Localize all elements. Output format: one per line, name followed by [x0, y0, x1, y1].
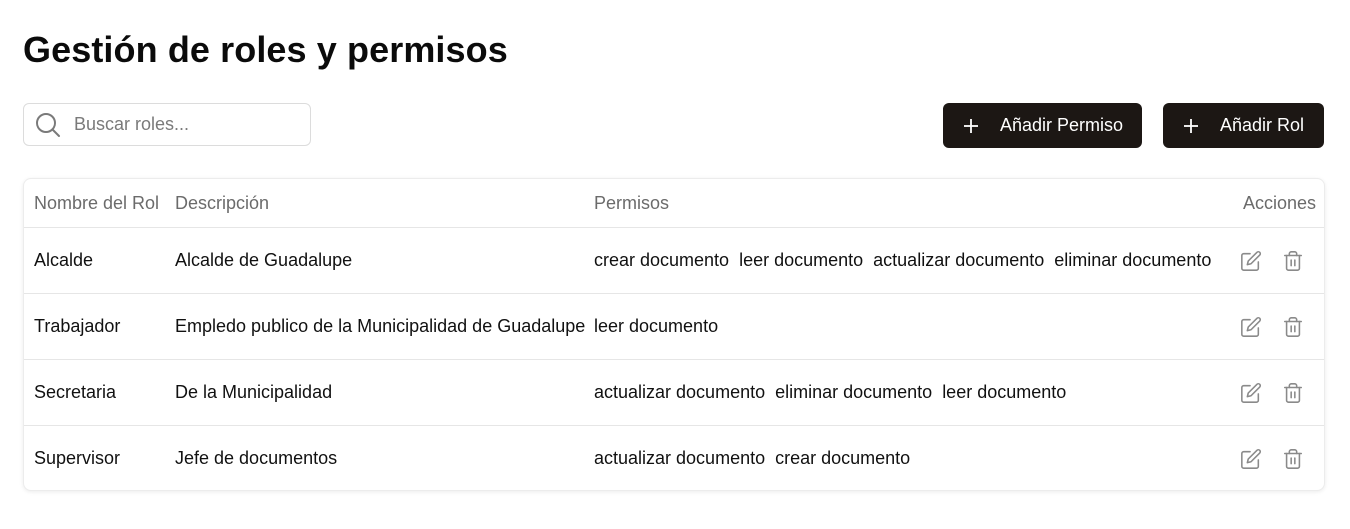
trash-icon[interactable] [1282, 448, 1304, 470]
role-permissions-cell: actualizar documento crear documento [584, 426, 1196, 491]
role-name-cell: Supervisor [34, 448, 121, 468]
role-description-cell: Alcalde de Guadalupe [165, 227, 584, 294]
add-permission-button[interactable]: Añadir Permiso [943, 103, 1142, 148]
table-row: Supervisor Jefe de documentos actualizar… [24, 426, 1324, 491]
table-row: Trabajador Empledo publico de la Municip… [24, 293, 1324, 360]
permission-tag: leer documento [594, 316, 719, 336]
row-actions [1196, 359, 1324, 426]
trash-icon[interactable] [1282, 316, 1304, 338]
permission-tag: crear documento [594, 250, 730, 270]
header-role-name: Nombre del Rol [24, 179, 165, 228]
page-title: Gestión de roles y permisos [23, 29, 508, 70]
role-name-cell: Alcalde [24, 227, 165, 294]
role-name-cell: Trabajador [24, 293, 165, 360]
trash-icon[interactable] [1282, 382, 1304, 404]
role-permissions-cell: crear documento leer documento actualizar … [584, 227, 1211, 294]
table-row: Secretaria De la Municipalidad actualiza… [24, 359, 1324, 426]
role-description-cell: Empledo publico de la Municipalidad de G… [165, 293, 585, 360]
row-actions [1196, 426, 1324, 491]
permission-tag: leer documento [739, 250, 864, 270]
header-description: Descripción [165, 179, 584, 228]
roles-page: Gestión de roles y permisos Añadir Permi… [0, 0, 1350, 529]
edit-icon[interactable] [1240, 448, 1262, 470]
table-header-row: Nombre del Rol Descripción Permisos Acci… [24, 179, 1324, 228]
role-name-cell: Secretaria [24, 359, 165, 426]
role-description-cell: De la Municipalidad [165, 359, 584, 426]
edit-icon[interactable] [1240, 316, 1262, 338]
permission-tag: eliminar documento [1054, 250, 1212, 270]
table-body: Alcalde Alcalde de Guadalupe crear docum… [24, 227, 1324, 491]
add-role-label: Añadir Rol [1220, 115, 1305, 135]
row-actions [1196, 293, 1324, 360]
permission-tag: actualizar documento [873, 250, 1045, 270]
edit-icon[interactable] [1240, 250, 1262, 272]
permission-tag: crear documento [775, 448, 911, 468]
role-permissions-cell: actualizar documento eliminar documento le… [584, 359, 1196, 426]
permission-tag: actualizar documento [594, 382, 766, 402]
edit-icon[interactable] [1240, 382, 1262, 404]
header-permissions: Permisos [584, 179, 1196, 228]
add-permission-label: Añadir Permiso [1000, 115, 1124, 135]
permission-tag: leer documento [942, 382, 1067, 402]
role-permissions-cell: leer documento [584, 293, 1196, 360]
search-icon [35, 112, 61, 138]
permission-tag: actualizar documento [594, 448, 766, 468]
search-box[interactable] [23, 103, 311, 146]
trash-icon[interactable] [1282, 250, 1304, 272]
role-description-cell: Jefe de documentos [175, 448, 338, 468]
row-actions [1196, 227, 1324, 294]
permission-tag: eliminar documento [775, 382, 933, 402]
header-actions: Acciones [1196, 179, 1324, 228]
roles-table-card: Nombre del Rol Descripción Permisos Acci… [23, 178, 1325, 491]
add-role-button[interactable]: Añadir Rol [1163, 103, 1324, 148]
search-input[interactable] [74, 114, 294, 135]
plus-icon [963, 118, 979, 134]
table-row: Alcalde Alcalde de Guadalupe crear docum… [24, 227, 1324, 294]
plus-icon [1183, 118, 1199, 134]
roles-table: Nombre del Rol Descripción Permisos Acci… [24, 179, 1324, 491]
